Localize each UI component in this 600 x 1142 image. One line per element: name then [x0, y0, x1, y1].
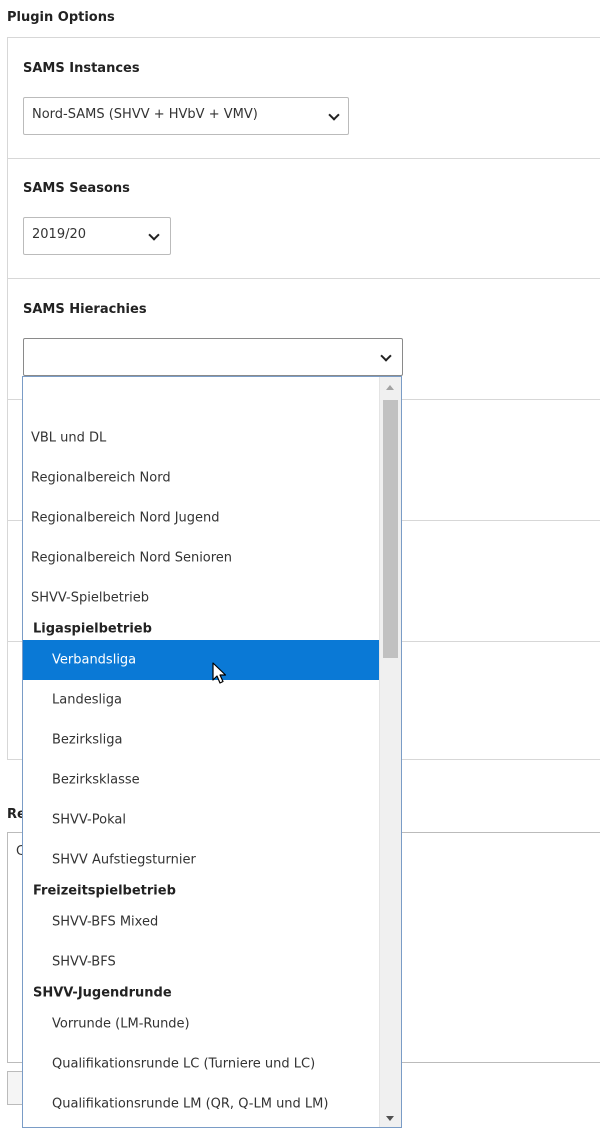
scrollbar-thumb[interactable] — [383, 400, 398, 658]
dropdown-option[interactable]: SHVV-BFS Mixed — [23, 902, 380, 942]
option-label: SHVV-Pokal — [52, 812, 126, 828]
dropdown-option[interactable]: SHVV-Pokal — [23, 800, 380, 840]
option-label: SHVV-Spielbetrieb — [31, 590, 150, 606]
dropdown-option[interactable]: Qualifikationsrunde LM (QR, Q-LM und LM) — [23, 1084, 380, 1124]
scroll-up-arrow-icon[interactable] — [386, 385, 394, 390]
option-label: Bezirksliga — [52, 732, 123, 748]
dropdown-option[interactable]: Qualifikationsrunde LC (Turniere und LC) — [23, 1044, 380, 1084]
dropdown-option[interactable]: SHVV-BFS — [23, 942, 380, 982]
option-label: SHVV-BFS — [52, 954, 116, 970]
optgroup-label: Ligaspielbetrieb — [33, 621, 152, 637]
hierarchies-dropdown-list[interactable]: VBL und DL Regionalbereich Nord Regionalbe… — [22, 376, 402, 1128]
option-label: Regionalbereich Nord — [31, 470, 171, 486]
dropdown-option[interactable]: Bezirksklasse — [23, 760, 380, 800]
dropdown-optgroup: SHVV-Jugendrunde — [23, 982, 380, 1004]
option-label: Qualifikationsrunde LM (QR, Q-LM und LM) — [52, 1096, 329, 1112]
seasons-select-value: 2019/20 — [32, 227, 87, 242]
seasons-select[interactable]: 2019/20 — [23, 217, 171, 255]
chevron-down-icon — [148, 229, 160, 241]
option-label: Regionalbereich Nord Jugend — [31, 510, 220, 526]
option-label: SHVV Aufstiegsturnier — [52, 852, 196, 868]
dropdown-option[interactable]: Verbandsliga — [23, 640, 380, 680]
hierarchies-select[interactable] — [23, 338, 403, 376]
dropdown-option[interactable] — [23, 378, 380, 418]
seasons-label: SAMS Seasons — [23, 181, 130, 196]
dropdown-option[interactable]: Landesliga — [23, 680, 380, 720]
scroll-down-arrow-icon[interactable] — [386, 1116, 394, 1121]
dropdown-option[interactable]: Regionalbereich Nord Jugend — [23, 498, 380, 538]
optgroup-label: SHVV-Jugendrunde — [33, 985, 172, 1001]
optgroup-label: Freizeitspielbetrieb — [33, 883, 176, 899]
dropdown-option[interactable]: Vorrunde (LM-Runde) — [23, 1004, 380, 1044]
dropdown-option[interactable]: Bezirksliga — [23, 720, 380, 760]
seasons-section: SAMS Seasons 2019/20 — [8, 159, 600, 279]
dropdown-optgroup: Ligaspielbetrieb — [23, 618, 380, 640]
option-label: Vorrunde (LM-Runde) — [52, 1016, 190, 1032]
option-label: SHVV-BFS Mixed — [52, 914, 159, 930]
option-label: Bezirksklasse — [52, 772, 140, 788]
instances-select-value: Nord-SAMS (SHVV + HVbV + VMV) — [32, 107, 258, 122]
dropdown-optgroup: Freizeitspielbetrieb — [23, 880, 380, 902]
dropdown-option[interactable]: SHVV-Spielbetrieb — [23, 578, 380, 618]
instances-label: SAMS Instances — [23, 61, 140, 76]
option-label: Regionalbereich Nord Senioren — [31, 550, 233, 566]
dropdown-option[interactable]: VBL und DL — [23, 418, 380, 458]
mouse-pointer-icon — [212, 662, 227, 684]
instances-select[interactable]: Nord-SAMS (SHVV + HVbV + VMV) — [23, 97, 349, 135]
option-label: Qualifikationsrunde LC (Turniere und LC) — [52, 1056, 316, 1072]
option-label: Landesliga — [52, 692, 122, 708]
option-label: Verbandsliga — [52, 652, 137, 668]
dropdown-option[interactable]: Regionalbereich Nord — [23, 458, 380, 498]
page-heading: Plugin Options — [7, 10, 115, 25]
dropdown-scrollbar[interactable] — [379, 377, 401, 1127]
chevron-down-icon — [328, 109, 340, 121]
dropdown-option[interactable]: SHVV Aufstiegsturnier — [23, 840, 380, 880]
hierarchies-label: SAMS Hierachies — [23, 302, 147, 317]
instances-section: SAMS Instances Nord-SAMS (SHVV + HVbV + … — [8, 38, 600, 159]
chevron-down-icon — [380, 350, 392, 362]
option-label: VBL und DL — [31, 430, 107, 446]
dropdown-option[interactable]: Regionalbereich Nord Senioren — [23, 538, 380, 578]
